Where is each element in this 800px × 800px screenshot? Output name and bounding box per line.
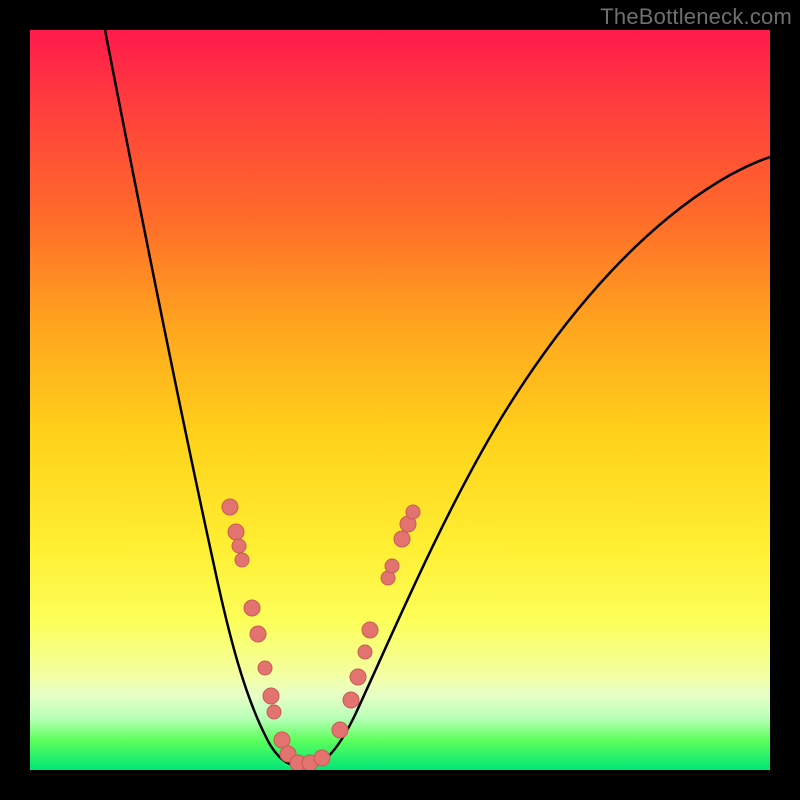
chart-frame: TheBottleneck.com	[0, 0, 800, 800]
curve-left-branch	[105, 30, 300, 766]
data-dot	[250, 626, 266, 642]
data-dot	[258, 661, 272, 675]
data-dot	[343, 692, 359, 708]
data-dot	[232, 539, 246, 553]
data-dot	[267, 705, 281, 719]
plot-area	[30, 30, 770, 770]
data-dot	[228, 524, 244, 540]
watermark-text: TheBottleneck.com	[600, 4, 792, 30]
bottleneck-curve	[30, 30, 770, 770]
data-dot	[358, 645, 372, 659]
data-dot	[222, 499, 238, 515]
data-dot	[350, 669, 366, 685]
data-dot	[263, 688, 279, 704]
data-dot	[314, 750, 330, 766]
data-dot	[235, 553, 249, 567]
data-dot	[244, 600, 260, 616]
data-dot	[362, 622, 378, 638]
curve-right-branch	[318, 157, 770, 764]
data-dot	[385, 559, 399, 573]
data-dot	[406, 505, 420, 519]
data-dot	[394, 531, 410, 547]
data-dot	[332, 722, 348, 738]
